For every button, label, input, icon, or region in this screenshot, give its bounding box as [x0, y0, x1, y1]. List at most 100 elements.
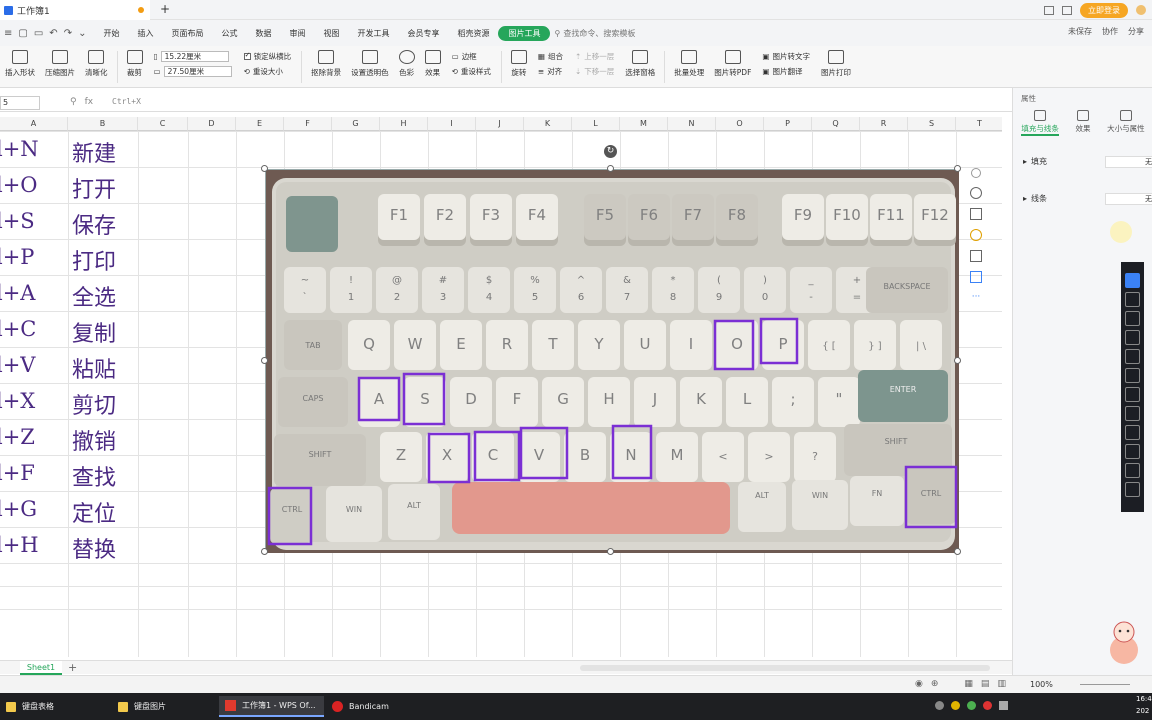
- cell-shortcut[interactable]: l+V: [0, 353, 35, 377]
- layout-icon[interactable]: ⊕: [931, 679, 939, 689]
- align-button[interactable]: ≡ 对齐: [538, 66, 563, 77]
- menu-tab[interactable]: 数据: [246, 28, 280, 39]
- text-tool-icon[interactable]: [1125, 406, 1140, 421]
- fill-section[interactable]: ▸ 填充 无: [1023, 155, 1152, 168]
- resize-handle[interactable]: [261, 357, 268, 364]
- menu-tab[interactable]: 开发工具: [348, 28, 398, 39]
- arrow-tool-icon[interactable]: [1125, 349, 1140, 364]
- resize-handle[interactable]: [954, 357, 961, 364]
- zoom-in-icon[interactable]: [970, 187, 982, 199]
- effect-button[interactable]: 效果: [424, 49, 441, 78]
- color-tool-icon[interactable]: [1125, 444, 1140, 459]
- column-header[interactable]: B: [68, 117, 138, 131]
- resize-handle[interactable]: [954, 548, 961, 555]
- line-section[interactable]: ▸ 线条 无: [1023, 192, 1152, 205]
- column-header[interactable]: A: [0, 117, 68, 131]
- unsaved-status[interactable]: 未保存: [1068, 26, 1092, 37]
- column-header[interactable]: H: [380, 117, 428, 131]
- page-break-icon[interactable]: ▥: [997, 679, 1006, 689]
- menu-tab[interactable]: 开始: [94, 28, 128, 39]
- cell-function[interactable]: 打开: [72, 172, 116, 204]
- tray-icon[interactable]: [967, 701, 976, 710]
- tab-picture-tools[interactable]: 图片工具: [498, 25, 551, 41]
- column-header[interactable]: T: [956, 117, 1002, 131]
- remove-background-button[interactable]: 抠除背景: [311, 49, 341, 78]
- column-header[interactable]: I: [428, 117, 476, 131]
- image-to-pdf-button[interactable]: 图片转PDF: [714, 49, 751, 78]
- column-header[interactable]: P: [764, 117, 812, 131]
- resize-handle[interactable]: [607, 165, 614, 172]
- bulb-icon[interactable]: [970, 229, 982, 241]
- height-input[interactable]: 27.50厘米: [163, 66, 232, 77]
- taskbar-item[interactable]: Bandicam: [326, 696, 431, 717]
- tab-fill-line[interactable]: 填充与线条: [1021, 110, 1059, 136]
- cell-function[interactable]: 复制: [72, 316, 116, 348]
- selection-pane-button[interactable]: 选择窗格: [625, 49, 655, 78]
- compress-image-button[interactable]: 压缩图片: [45, 49, 75, 78]
- crop-button[interactable]: 裁剪: [126, 49, 143, 78]
- resize-handle[interactable]: [954, 165, 961, 172]
- taskbar-item[interactable]: 键盘表格: [0, 696, 110, 717]
- send-backward-button[interactable]: ⇣ 下移一层: [575, 66, 614, 77]
- cell-shortcut[interactable]: l+C: [0, 317, 36, 341]
- column-header[interactable]: S: [908, 117, 956, 131]
- sheet-tab[interactable]: Sheet1: [20, 661, 62, 675]
- bring-forward-button[interactable]: ⇡ 上移一层: [575, 51, 614, 62]
- marker-tool-icon[interactable]: [1125, 311, 1140, 326]
- fill-value[interactable]: 无: [1105, 155, 1152, 168]
- swap-icon[interactable]: [1125, 482, 1140, 497]
- dropdown-icon[interactable]: ⌄: [78, 28, 86, 39]
- border-button[interactable]: ▭ 边框: [452, 51, 491, 62]
- normal-view-icon[interactable]: ▦: [964, 679, 973, 689]
- zoom-icon[interactable]: ⚲: [70, 97, 77, 107]
- column-header[interactable]: M: [620, 117, 668, 131]
- print-icon[interactable]: ▭: [34, 28, 43, 39]
- color-button[interactable]: 色彩: [398, 49, 415, 78]
- insert-shape-button[interactable]: 插入形状: [5, 49, 35, 78]
- width-input[interactable]: 15.22厘米: [160, 51, 229, 62]
- column-header[interactable]: F: [284, 117, 332, 131]
- pointer-tool-icon[interactable]: [1125, 273, 1140, 288]
- image-icon[interactable]: [970, 271, 982, 283]
- eye-icon[interactable]: ◉: [915, 679, 923, 689]
- batch-process-button[interactable]: 批量处理: [674, 49, 704, 78]
- menu-tab[interactable]: 页面布局: [162, 28, 212, 39]
- save-icon[interactable]: ▢: [18, 28, 27, 39]
- cell-function[interactable]: 打印: [72, 244, 116, 276]
- tray-icon[interactable]: [999, 701, 1008, 710]
- column-header[interactable]: K: [524, 117, 572, 131]
- reset-style-button[interactable]: ⟲ 重设样式: [452, 66, 491, 77]
- cell-shortcut[interactable]: l+A: [0, 281, 35, 305]
- menu-tab[interactable]: 插入: [128, 28, 162, 39]
- column-header[interactable]: L: [572, 117, 620, 131]
- cell-function[interactable]: 替换: [72, 532, 116, 564]
- eraser-tool-icon[interactable]: [1125, 425, 1140, 440]
- zoom-slider[interactable]: [1080, 684, 1130, 685]
- rectangle-tool-icon[interactable]: [1125, 368, 1140, 383]
- column-header[interactable]: O: [716, 117, 764, 131]
- lock-ratio-checkbox[interactable]: 锁定纵横比: [243, 51, 291, 62]
- keyboard-picture[interactable]: F1 F2 F3 F4 F5 F6 F7 F8 F9 F10 F11 F12 ~ `! 1 @2 #3 $4% 5 ^…: [265, 169, 959, 553]
- cell-shortcut[interactable]: l+H: [0, 533, 39, 557]
- cell-function[interactable]: 保存: [72, 208, 116, 240]
- cell-function[interactable]: 撤销: [72, 424, 116, 456]
- menu-tab[interactable]: 会员专享: [398, 28, 448, 39]
- column-header[interactable]: C: [138, 117, 188, 131]
- redo-icon[interactable]: ↷: [64, 28, 72, 39]
- menu-tab[interactable]: 视图: [314, 28, 348, 39]
- cell-function[interactable]: 新建: [72, 136, 116, 168]
- sharpen-button[interactable]: 清晰化: [85, 49, 108, 78]
- cell-function[interactable]: 定位: [72, 496, 116, 528]
- shape-tool-icon[interactable]: [1125, 387, 1140, 402]
- zoom-level[interactable]: 100%: [1030, 680, 1053, 689]
- tab-size-properties[interactable]: 大小与属性: [1107, 110, 1145, 136]
- cell-shortcut[interactable]: l+P: [0, 245, 34, 269]
- apps-icon[interactable]: [1062, 5, 1072, 15]
- rotate-handle-icon[interactable]: ↻: [604, 145, 617, 158]
- tray-icon[interactable]: [983, 701, 992, 710]
- pen-tool-icon[interactable]: [1125, 292, 1140, 307]
- document-tab[interactable]: 工作簿1: [0, 0, 150, 20]
- image-to-text-button[interactable]: ▣ 图片转文字: [762, 51, 810, 62]
- column-header[interactable]: Q: [812, 117, 860, 131]
- tab-effect[interactable]: 效果: [1075, 110, 1090, 136]
